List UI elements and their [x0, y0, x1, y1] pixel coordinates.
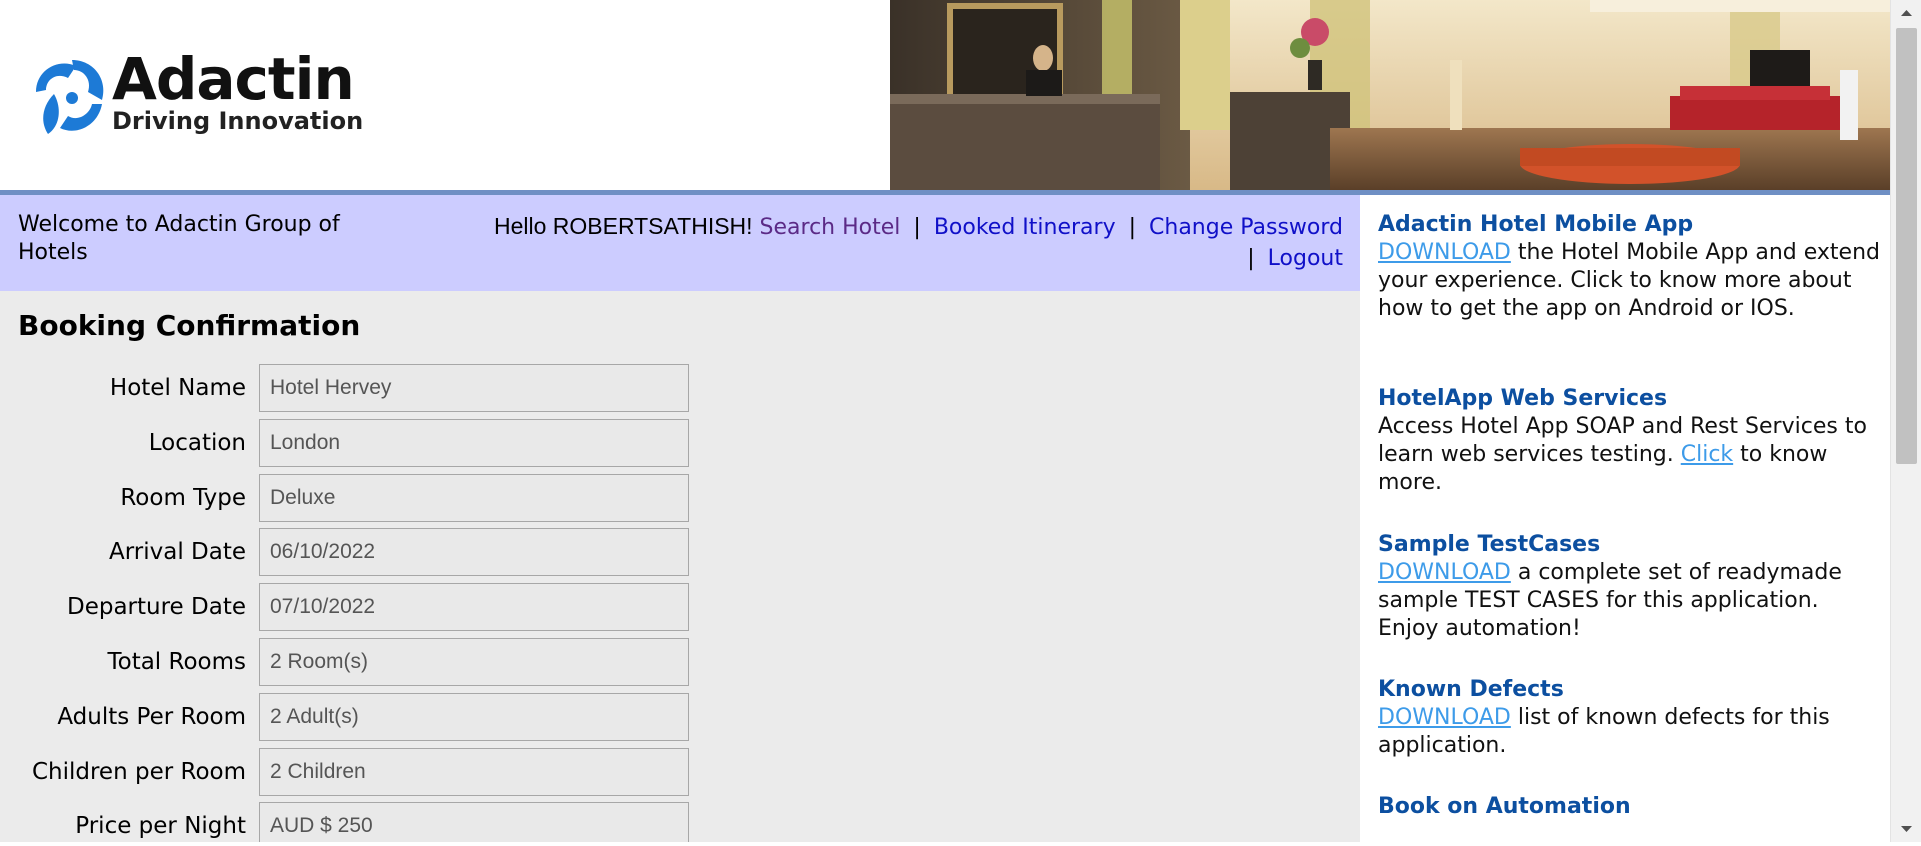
children-per-room-row: Children per Room [0, 748, 700, 796]
location-label: Location [148, 430, 246, 456]
known-defects-heading: Known Defects [1378, 677, 1564, 702]
mobile-app-heading: Adactin Hotel Mobile App [1378, 212, 1694, 237]
room-type-label: Room Type [120, 485, 246, 511]
test-cases-download-link[interactable]: DOWNLOAD [1378, 560, 1511, 585]
room-type-field[interactable] [259, 474, 689, 522]
price-per-night-row: Price per Night [0, 802, 700, 842]
price-per-night-label: Price per Night [75, 813, 246, 839]
mobile-app-download-link[interactable]: DOWNLOAD [1378, 240, 1511, 265]
departure-date-label: Departure Date [67, 594, 246, 620]
booking-confirmation-panel: Booking Confirmation Hotel Name Location… [0, 291, 1360, 842]
vertical-scrollbar[interactable] [1890, 0, 1921, 842]
room-type-row: Room Type [0, 474, 700, 522]
total-rooms-label: Total Rooms [107, 649, 246, 675]
children-per-room-label: Children per Room [31, 759, 246, 785]
page-header: Adactin Driving Innovation [0, 0, 1890, 190]
hotel-lobby-photo-icon [890, 0, 1890, 190]
known-defects-download-link[interactable]: DOWNLOAD [1378, 705, 1511, 730]
book-automation-block: Book on Automation [1378, 793, 1883, 821]
scroll-down-button[interactable] [1891, 816, 1921, 842]
adults-per-room-label: Adults Per Room [57, 704, 246, 730]
nav-separator: | [1247, 246, 1255, 271]
test-cases-heading: Sample TestCases [1378, 532, 1601, 557]
adactin-swirl-icon [36, 60, 104, 134]
nav-separator: | [913, 215, 921, 240]
total-rooms-field[interactable] [259, 638, 689, 686]
user-nav-links: Hello ROBERTSATHISH! Search Hotel | Book… [383, 211, 1343, 274]
adults-per-room-row: Adults Per Room [0, 693, 700, 741]
arrival-date-field[interactable] [259, 528, 689, 576]
location-row: Location [0, 419, 700, 467]
web-services-click-link[interactable]: Click [1681, 442, 1733, 467]
known-defects-block: Known Defects DOWNLOAD list of known def… [1378, 676, 1883, 760]
search-hotel-link[interactable]: Search Hotel [760, 215, 901, 240]
web-services-block: HotelApp Web Services Access Hotel App S… [1378, 385, 1883, 497]
web-services-heading: HotelApp Web Services [1378, 386, 1668, 411]
welcome-message: Welcome to Adactin Group of Hotels [18, 212, 340, 265]
total-rooms-row: Total Rooms [0, 638, 700, 686]
scrollbar-thumb[interactable] [1896, 28, 1917, 464]
price-per-night-field[interactable] [259, 802, 689, 842]
location-field[interactable] [259, 419, 689, 467]
departure-date-field[interactable] [259, 583, 689, 631]
user-greeting: Hello ROBERTSATHISH! [493, 213, 753, 239]
hotel-name-label: Hotel Name [109, 375, 246, 401]
departure-date-row: Departure Date [0, 583, 700, 631]
logo-name: Adactin [112, 45, 355, 113]
hotel-name-field[interactable] [259, 364, 689, 412]
scroll-up-button[interactable] [1891, 0, 1921, 26]
logo-tagline: Driving Innovation [112, 107, 364, 135]
hotel-lobby-banner [890, 0, 1890, 190]
book-automation-heading: Book on Automation [1378, 794, 1631, 819]
mobile-app-block: Adactin Hotel Mobile App DOWNLOAD the Ho… [1378, 211, 1883, 323]
info-sidebar: Adactin Hotel Mobile App DOWNLOAD the Ho… [1360, 195, 1890, 842]
arrival-date-row: Arrival Date [0, 528, 700, 576]
change-password-link[interactable]: Change Password [1149, 215, 1343, 240]
adactin-logo: Adactin Driving Innovation [24, 46, 384, 142]
arrival-date-label: Arrival Date [108, 539, 246, 565]
test-cases-block: Sample TestCases DOWNLOAD a complete set… [1378, 531, 1883, 643]
nav-separator: | [1128, 215, 1137, 240]
triangle-down-icon [1901, 826, 1912, 832]
children-per-room-field[interactable] [259, 748, 689, 796]
adults-per-room-field[interactable] [259, 693, 689, 741]
page-title: Booking Confirmation [18, 309, 361, 342]
triangle-up-icon [1901, 10, 1912, 16]
hotel-name-row: Hotel Name [0, 364, 700, 412]
logout-link[interactable]: Logout [1268, 246, 1343, 271]
booked-itinerary-link[interactable]: Booked Itinerary [934, 215, 1116, 240]
top-nav-bar: Welcome to Adactin Group of Hotels Hello… [0, 195, 1360, 291]
